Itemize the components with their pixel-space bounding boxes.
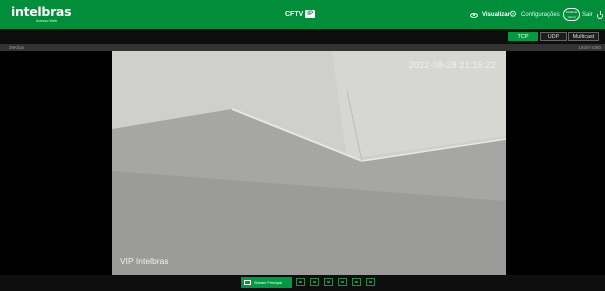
audio-icon[interactable] (338, 278, 347, 286)
nav-visualizar[interactable]: Visualizar (470, 9, 510, 21)
brand-badge: IP (305, 10, 315, 18)
stream-stats-bar (0, 44, 605, 51)
zoom-icon[interactable] (324, 278, 333, 286)
monitor-icon (244, 280, 251, 285)
record-icon[interactable] (310, 278, 319, 286)
logo-tagline: Acesso Web (36, 19, 58, 23)
snapshot-icon[interactable] (296, 278, 305, 286)
fullscreen-icon[interactable] (366, 278, 375, 286)
nav-sair-label: Sair (582, 12, 593, 18)
cftv-ip-brand: CFTV IP (285, 10, 315, 18)
live-video[interactable]: 2022-08-28 21:15:22 VIP Intelbras (112, 51, 506, 275)
protocol-multicast-button[interactable]: Multicast (568, 32, 599, 41)
eye-icon (470, 11, 479, 20)
cloud-button[interactable]: Intelbras Cloud (563, 8, 580, 21)
resolution-readout: 1920×1080 (578, 45, 601, 50)
protocol-udp-button[interactable]: UDP (540, 32, 567, 41)
nav-sair[interactable]: Sair (582, 9, 605, 21)
nav-configuracoes[interactable]: Configurações (509, 9, 560, 21)
nav-visualizar-label: Visualizar (482, 12, 510, 18)
nav-configuracoes-label: Configurações (521, 12, 560, 18)
power-icon (596, 10, 605, 20)
video-timestamp: 2022-08-28 21:15:22 (408, 60, 496, 70)
stream-label: Stream Principal (254, 280, 282, 285)
video-frame (112, 51, 506, 275)
brand-text: CFTV (285, 10, 304, 18)
stream-select-button[interactable]: Stream Principal (241, 277, 292, 288)
gear-icon (509, 10, 518, 20)
protocol-tcp-button[interactable]: TCP (508, 32, 538, 41)
channel-name: VIP Intelbras (120, 256, 169, 266)
ptz-icon[interactable] (352, 278, 361, 286)
intelbras-logo: intelbras (11, 4, 72, 19)
bitrate-readout: 39Kbps (9, 45, 25, 50)
cloud-icon: Intelbras Cloud (565, 10, 578, 19)
